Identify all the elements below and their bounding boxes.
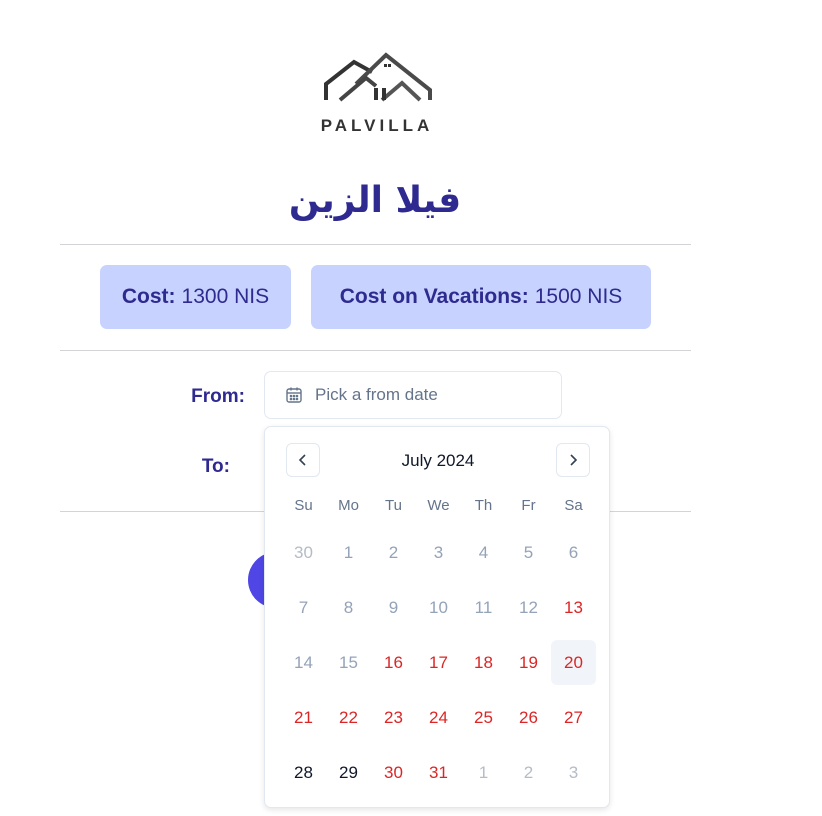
calendar-day[interactable]: 7 — [281, 585, 326, 630]
calendar-day[interactable]: 21 — [281, 695, 326, 740]
from-date-placeholder: Pick a from date — [315, 385, 438, 404]
divider — [60, 350, 691, 351]
weekday-header: Mo — [338, 497, 359, 514]
from-label: From: — [191, 386, 245, 407]
calendar-day[interactable]: 30 — [281, 530, 326, 575]
next-month-button[interactable] — [556, 443, 590, 477]
calendar-day[interactable]: 29 — [326, 750, 371, 795]
calendar-day[interactable]: 25 — [461, 695, 506, 740]
vacation-cost-value: 1500 NIS — [534, 285, 623, 308]
calendar-day[interactable]: 3 — [551, 750, 596, 795]
calendar-day[interactable]: 12 — [506, 585, 551, 630]
house-roof-logo-icon — [324, 52, 432, 102]
calendar-day[interactable]: 18 — [461, 640, 506, 685]
chevron-right-icon — [570, 454, 578, 466]
brand-name: PALVILLA — [320, 116, 434, 135]
calendar-day[interactable]: 26 — [506, 695, 551, 740]
calendar-day[interactable]: 17 — [416, 640, 461, 685]
villa-title: فيلا الزين — [288, 180, 462, 221]
calendar-day[interactable]: 30 — [371, 750, 416, 795]
calendar-day[interactable]: 16 — [371, 640, 416, 685]
calendar-day[interactable]: 4 — [461, 530, 506, 575]
calendar-day[interactable]: 23 — [371, 695, 416, 740]
cost-value: 1300 NIS — [181, 285, 270, 308]
calendar-popover: July 2024 Su Mo Tu We Th Fr Sa 30 1 2 3 4 5 6 7 8 9 10 11… — [264, 426, 610, 808]
calendar-day[interactable]: 1 — [326, 530, 371, 575]
calendar-day[interactable]: 19 — [506, 640, 551, 685]
vacation-cost-label: Cost on Vacations: — [339, 285, 529, 308]
calendar-day[interactable]: 15 — [326, 640, 371, 685]
divider — [60, 244, 691, 245]
weekday-header: Fr — [521, 497, 536, 514]
calendar-day[interactable]: 11 — [461, 585, 506, 630]
calendar-day[interactable]: 13 — [551, 585, 596, 630]
weekday-header: Su — [294, 497, 313, 514]
weekday-header: Th — [474, 497, 493, 514]
calendar-day[interactable]: 20 — [551, 640, 596, 685]
calendar-day[interactable]: 28 — [281, 750, 326, 795]
calendar-day[interactable]: 24 — [416, 695, 461, 740]
calendar-day[interactable]: 10 — [416, 585, 461, 630]
palvilla-logo: PALVILLA — [312, 50, 442, 136]
weekday-header: Tu — [385, 497, 402, 514]
calendar-icon — [285, 386, 303, 404]
cost-label: Cost: — [121, 285, 176, 308]
calendar-day[interactable]: 9 — [371, 585, 416, 630]
calendar-day[interactable]: 2 — [371, 530, 416, 575]
from-date-picker[interactable]: Pick a from date — [264, 371, 562, 419]
calendar-day[interactable]: 3 — [416, 530, 461, 575]
calendar-day[interactable]: 2 — [506, 750, 551, 795]
weekday-header: Sa — [564, 497, 583, 514]
to-label: To: — [201, 456, 230, 477]
calendar-day[interactable]: 6 — [551, 530, 596, 575]
calendar-day[interactable]: 1 — [461, 750, 506, 795]
calendar-day[interactable]: 14 — [281, 640, 326, 685]
weekday-header: We — [427, 497, 450, 514]
calendar-day[interactable]: 27 — [551, 695, 596, 740]
calendar-day[interactable]: 22 — [326, 695, 371, 740]
cost-badge: Cost: 1300 NIS — [100, 265, 291, 329]
calendar-day[interactable]: 8 — [326, 585, 371, 630]
calendar-day[interactable]: 31 — [416, 750, 461, 795]
vacation-cost-badge: Cost on Vacations: 1500 NIS — [311, 265, 651, 329]
calendar-day[interactable]: 5 — [506, 530, 551, 575]
